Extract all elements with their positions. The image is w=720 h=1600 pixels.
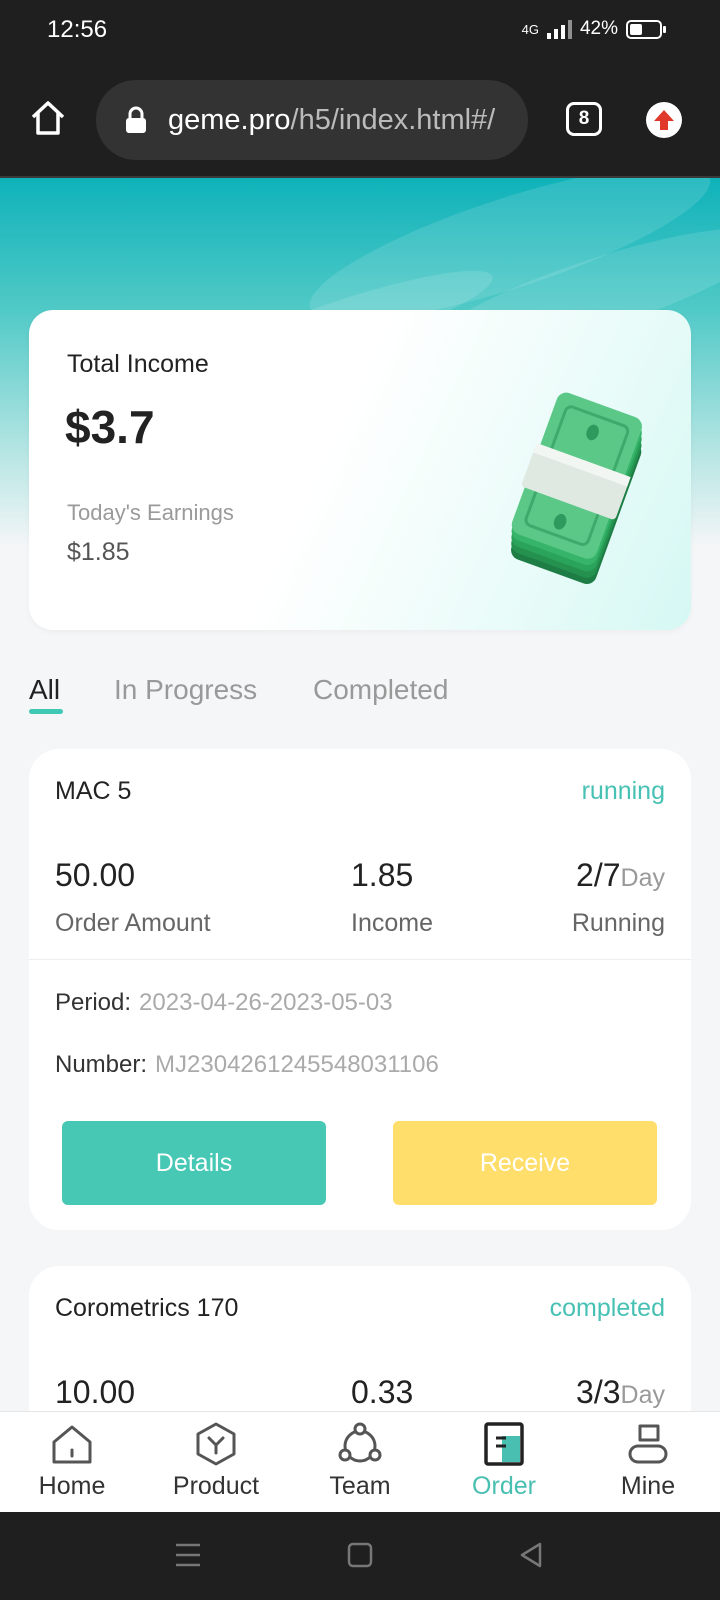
order-number-row: Number: MJ2304261245548031106 [55, 1051, 439, 1079]
receive-button[interactable]: Receive [393, 1121, 657, 1205]
battery-icon [626, 19, 666, 39]
team-icon [338, 1422, 382, 1463]
details-button[interactable]: Details [62, 1121, 326, 1205]
order-name: Corometrics 170 [55, 1294, 239, 1322]
nav-label: Team [329, 1472, 391, 1500]
order-income-value: 1.85 [351, 857, 414, 893]
back-icon[interactable] [518, 1541, 544, 1569]
income-card: Total Income $3.7 Today's Earnings $1.85 [29, 310, 691, 630]
tabs-button[interactable]: 8 [566, 102, 602, 136]
order-days-unit: Day [620, 864, 665, 892]
order-card: MAC 5 running 50.00 Order Amount 1.85 In… [29, 749, 691, 1230]
order-days: 2/7 [576, 857, 621, 893]
order-status: running [581, 777, 665, 805]
mine-icon [628, 1424, 668, 1464]
today-earnings-value: $1.85 [67, 538, 130, 566]
today-earnings-label: Today's Earnings [67, 500, 234, 525]
order-name: MAC 5 [55, 777, 132, 805]
card-divider [29, 959, 691, 960]
number-label: Number: [55, 1051, 148, 1078]
order-days-unit: Day [620, 1381, 665, 1409]
total-income-value: $3.7 [65, 401, 155, 453]
nav-team[interactable]: Team [288, 1412, 432, 1513]
period-value: 2023-04-26-2023-05-03 [139, 989, 393, 1016]
nav-order[interactable]: Order [432, 1412, 576, 1513]
tab-all[interactable]: All [29, 674, 60, 706]
nav-label: Order [472, 1472, 536, 1500]
url-host: geme.pro [168, 104, 291, 136]
order-days-value: 2/7Day [576, 857, 665, 894]
order-status: completed [549, 1294, 665, 1322]
order-days-value: 3/3Day [576, 1374, 665, 1411]
network-type: 4G [521, 21, 539, 37]
update-button[interactable] [646, 102, 682, 138]
order-income-label: Income [351, 909, 433, 937]
total-income-label: Total Income [67, 350, 209, 378]
home-icon[interactable] [28, 98, 68, 138]
bottom-nav: Home Product Team Order Mine [0, 1411, 720, 1512]
nav-label: Mine [620, 1472, 676, 1500]
nav-label: Product [172, 1472, 260, 1500]
status-time: 12:56 [47, 16, 108, 43]
nav-product[interactable]: Product [144, 1412, 288, 1513]
period-label: Period: [55, 989, 132, 1016]
order-amount-value: 10.00 [55, 1374, 136, 1410]
tab-completed[interactable]: Completed [313, 674, 448, 706]
order-days: 3/3 [576, 1374, 621, 1410]
tab-in-progress[interactable]: In Progress [114, 674, 257, 706]
nav-home[interactable]: Home [0, 1412, 144, 1513]
order-period-row: Period: 2023-04-26-2023-05-03 [55, 989, 393, 1017]
status-indicators: 4G 42% [521, 18, 666, 40]
active-tab-indicator [29, 709, 63, 714]
url-text: geme.pro/h5/index.html#/ [168, 104, 495, 137]
order-amount-label: Order Amount [55, 909, 211, 937]
order-days-label: Running [571, 909, 665, 937]
status-bar: 12:56 4G 42% [0, 0, 720, 64]
arrow-up-icon [654, 110, 674, 130]
square-icon[interactable] [347, 1542, 373, 1568]
address-bar[interactable]: geme.pro/h5/index.html#/ [96, 80, 528, 160]
menu-icon[interactable] [174, 1542, 202, 1568]
order-income-value: 0.33 [351, 1374, 414, 1410]
lock-icon [126, 106, 146, 133]
order-amount-value: 50.00 [55, 857, 136, 893]
order-icon [484, 1422, 524, 1466]
nav-mine[interactable]: Mine [576, 1412, 720, 1513]
number-value: MJ2304261245548031106 [155, 1051, 439, 1078]
url-path: /h5/index.html#/ [290, 104, 496, 136]
nav-label: Home [38, 1472, 106, 1500]
money-stack-icon [511, 392, 642, 585]
battery-percent: 42% [579, 18, 618, 39]
signal-icon [546, 19, 572, 39]
home-icon [52, 1425, 92, 1464]
system-navigation-bar [0, 1512, 720, 1600]
product-icon [196, 1422, 236, 1466]
browser-toolbar: geme.pro/h5/index.html#/ 8 [0, 64, 720, 178]
